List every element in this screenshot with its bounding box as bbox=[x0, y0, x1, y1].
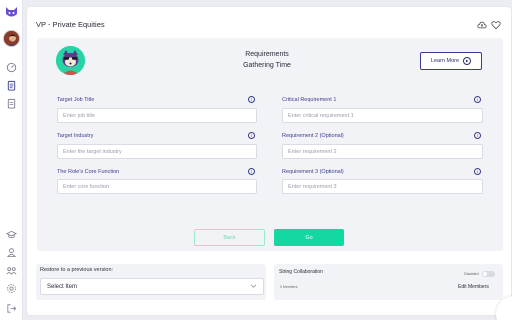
cloud-upload-icon[interactable] bbox=[477, 20, 487, 30]
info-icon[interactable]: i bbox=[248, 168, 255, 175]
collaboration-toggle[interactable] bbox=[482, 271, 495, 277]
info-icon[interactable]: i bbox=[474, 132, 481, 139]
back-button[interactable]: Back bbox=[194, 229, 265, 246]
avatar[interactable] bbox=[3, 30, 20, 47]
go-button[interactable]: Go bbox=[274, 229, 344, 246]
collaboration-title: String Collaboration bbox=[279, 269, 323, 275]
info-icon[interactable]: i bbox=[248, 96, 255, 103]
requirement-3-label: Requirement 3 (Optional) bbox=[282, 169, 344, 175]
core-function-input[interactable] bbox=[57, 179, 257, 194]
requirement-3-input[interactable] bbox=[282, 179, 483, 194]
settings-icon[interactable] bbox=[6, 283, 17, 294]
toggle-state-label: Disabled bbox=[464, 272, 479, 276]
sidebar bbox=[0, 0, 23, 320]
critical-requirement-1-input[interactable] bbox=[282, 108, 483, 123]
document-icon[interactable] bbox=[6, 98, 17, 109]
critical-requirement-1-label: Critical Requirement 1 bbox=[282, 97, 337, 103]
toggle-knob bbox=[483, 272, 487, 276]
logout-icon[interactable] bbox=[6, 303, 17, 314]
team-icon[interactable] bbox=[6, 265, 17, 276]
clipboard-icon[interactable] bbox=[6, 80, 17, 91]
info-icon[interactable]: i bbox=[474, 96, 481, 103]
dashboard-icon[interactable] bbox=[6, 62, 17, 73]
edit-members-link[interactable]: Edit Members bbox=[458, 284, 489, 290]
restore-version-select[interactable]: Select Item bbox=[40, 278, 264, 295]
heart-icon[interactable] bbox=[491, 20, 501, 30]
requirement-2-input[interactable] bbox=[282, 144, 483, 159]
learn-more-button[interactable]: Learn More bbox=[420, 52, 482, 70]
info-icon[interactable]: i bbox=[248, 132, 255, 139]
chevron-down-icon bbox=[250, 284, 257, 290]
play-circle-icon bbox=[463, 57, 472, 65]
graduation-cap-icon[interactable] bbox=[6, 229, 17, 240]
learn-more-label: Learn More bbox=[430, 58, 460, 64]
target-industry-label: Target Industry bbox=[57, 133, 94, 139]
target-job-title-label: Target Job Title bbox=[57, 97, 95, 103]
members-count: 0 Members bbox=[280, 285, 298, 289]
core-function-label: The Role's Core Function bbox=[57, 169, 120, 175]
app-logo-icon[interactable] bbox=[5, 5, 18, 17]
info-icon[interactable]: i bbox=[474, 168, 481, 175]
requirement-2-label: Requirement 2 (Optional) bbox=[282, 133, 344, 139]
target-job-title-input[interactable] bbox=[57, 108, 257, 123]
restore-label: Restore to a previous version: bbox=[40, 267, 114, 273]
select-value: Select Item bbox=[47, 283, 78, 290]
target-industry-input[interactable] bbox=[57, 144, 257, 159]
page-title: VP - Private Equities bbox=[36, 20, 105, 29]
panel-heading-line2: Gathering Time bbox=[243, 62, 291, 69]
panel-heading-line1: Requirements bbox=[245, 51, 289, 58]
mascot-avatar bbox=[56, 46, 85, 75]
user-badge-icon[interactable] bbox=[6, 247, 17, 258]
